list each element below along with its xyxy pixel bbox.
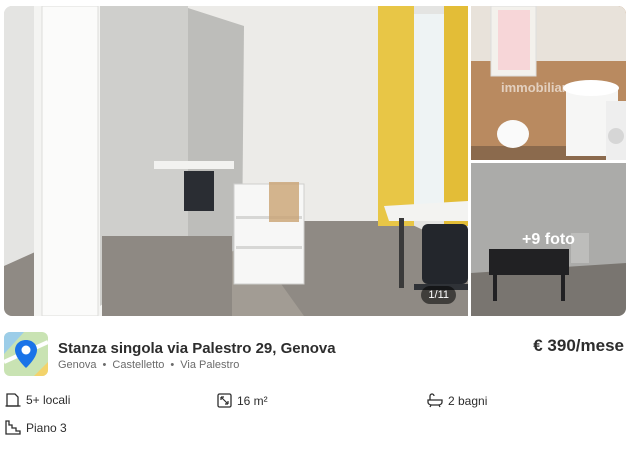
feature-floor: Piano 3 (5, 420, 67, 435)
feature-rooms: 5+ locali (5, 393, 70, 407)
photo-gallery: 1/11 immobiliare +9 foto (4, 6, 626, 316)
more-photos-label: +9 foto (471, 163, 626, 316)
location-street: Via Palestro (180, 359, 240, 371)
room-photo (4, 6, 468, 316)
location-district: Castelletto (112, 359, 165, 371)
bathroom-photo[interactable]: immobiliare (471, 6, 626, 160)
listing-info: Stanza singola via Palestro 29, Genova G… (4, 330, 626, 380)
floor-label: Piano 3 (26, 420, 67, 435)
listing-title[interactable]: Stanza singola via Palestro 29, Genova (58, 340, 336, 357)
main-photo[interactable]: 1/11 (4, 6, 468, 316)
feature-area: 16 m² (217, 393, 268, 408)
listing-price: € 390/mese (533, 336, 624, 355)
area-label: 16 m² (237, 393, 268, 408)
stairs-icon (5, 420, 21, 435)
watermark-text: immobiliare (501, 80, 574, 95)
separator-dot: • (170, 359, 175, 371)
bathtub-icon (427, 393, 443, 408)
rooms-label: 5+ locali (26, 393, 71, 407)
separator-dot: • (102, 359, 107, 371)
bathrooms-label: 2 bagni (448, 393, 488, 408)
feature-bathrooms: 2 bagni (427, 393, 487, 408)
location-city: Genova (58, 359, 97, 371)
location-breadcrumb: Genova • Castelletto • Via Palestro (58, 359, 239, 371)
area-icon (217, 393, 232, 408)
photo-counter: 1/11 (421, 286, 456, 304)
door-icon (5, 393, 21, 407)
map-pin-icon (4, 332, 48, 376)
more-photos-tile[interactable]: +9 foto (471, 163, 626, 316)
